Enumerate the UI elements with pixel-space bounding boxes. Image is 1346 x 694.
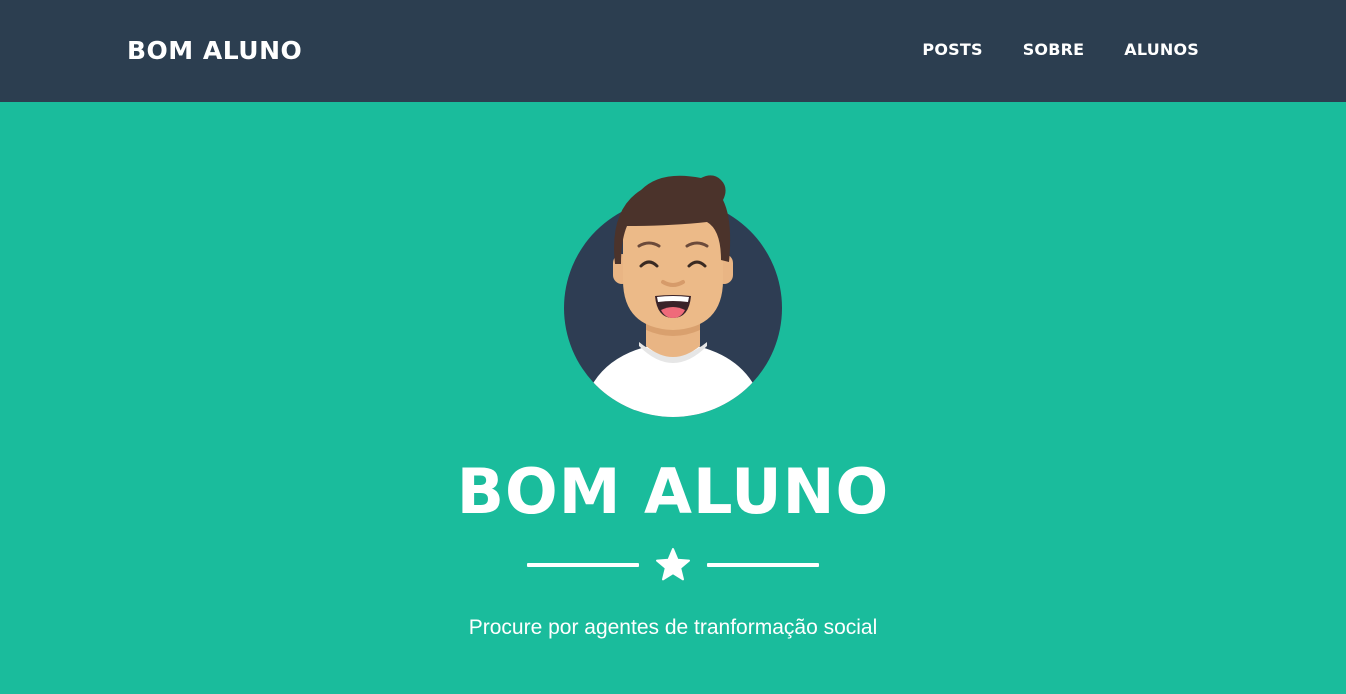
- nav-link-alunos[interactable]: ALUNOS: [1124, 40, 1199, 59]
- brand-link[interactable]: BOM ALUNO: [127, 36, 302, 65]
- nav-link-sobre[interactable]: SOBRE: [1023, 40, 1085, 59]
- divider-line-right: [707, 563, 819, 567]
- navbar: BOM ALUNO POSTS SOBRE ALUNOS: [0, 0, 1346, 102]
- nav-link-posts[interactable]: POSTS: [922, 40, 982, 59]
- divider-line-left: [527, 563, 639, 567]
- page-title: BOM ALUNO: [456, 455, 890, 528]
- masthead: BOM ALUNO Procure por agentes de tranfor…: [0, 102, 1346, 694]
- subtitle: Procure por agentes de tranformação soci…: [468, 616, 878, 639]
- nav-menu: POSTS SOBRE ALUNOS: [922, 40, 1199, 59]
- student-avatar-illustration: [564, 175, 782, 417]
- star-icon: [656, 548, 690, 581]
- star-divider: [527, 548, 819, 582]
